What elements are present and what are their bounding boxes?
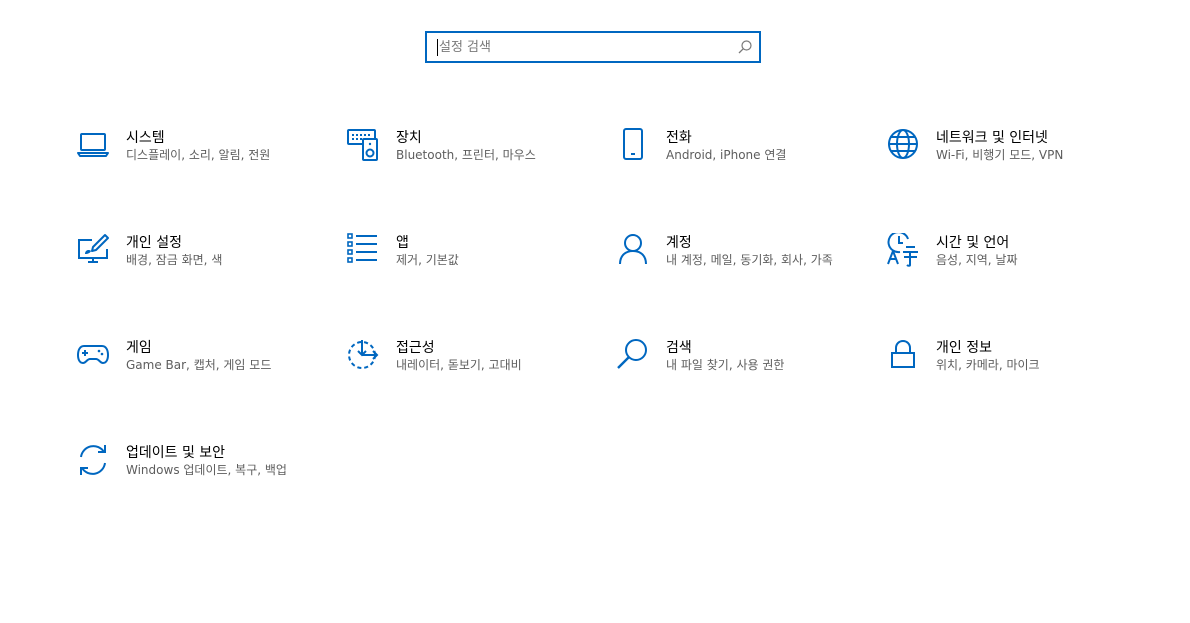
tile-description: Wi-Fi, 비행기 모드, VPN [936,148,1064,162]
tile-devices[interactable]: 장치 Bluetooth, 프린터, 마우스 [346,128,586,208]
tile-title: 장치 [396,130,422,146]
tile-update-security[interactable]: 업데이트 및 보안 Windows 업데이트, 복구, 백업 [76,443,316,523]
search-icon[interactable] [737,39,753,55]
ease-of-access-icon [346,338,380,372]
settings-home: 시스템 디스플레이, 소리, 알림, 전원 장치 Bluetooth, 프린터,… [0,0,1190,623]
tile-network[interactable]: 네트워크 및 인터넷 Wi-Fi, 비행기 모드, VPN [886,128,1126,208]
tile-description: 내레이터, 돋보기, 고대비 [396,358,522,372]
tile-description: Game Bar, 캡처, 게임 모드 [126,358,272,372]
laptop-icon [76,128,110,162]
tile-personalization[interactable]: 개인 설정 배경, 잠금 화면, 색 [76,233,316,313]
lock-icon [886,338,920,372]
tile-description: Android, iPhone 연결 [666,148,787,162]
tile-time-language[interactable]: 시간 및 언어 음성, 지역, 날짜 [886,233,1126,313]
tile-title: 접근성 [396,340,435,356]
magnifier-icon [616,338,650,372]
tile-title: 시간 및 언어 [936,235,1010,251]
tile-title: 개인 정보 [936,340,992,356]
apps-list-icon [346,233,380,267]
tile-gaming[interactable]: 게임 Game Bar, 캡처, 게임 모드 [76,338,316,418]
update-icon [76,443,110,477]
tile-description: 배경, 잠금 화면, 색 [126,253,223,267]
tile-description: 디스플레이, 소리, 알림, 전원 [126,148,271,162]
tile-title: 게임 [126,340,152,356]
tile-description: 내 계정, 메일, 동기화, 회사, 가족 [666,253,833,267]
tile-ease-of-access[interactable]: 접근성 내레이터, 돋보기, 고대비 [346,338,586,418]
phone-icon [616,128,650,162]
globe-icon [886,128,920,162]
tile-system[interactable]: 시스템 디스플레이, 소리, 알림, 전원 [76,128,316,208]
tile-apps[interactable]: 앱 제거, 기본값 [346,233,586,313]
tile-phone[interactable]: 전화 Android, iPhone 연결 [616,128,856,208]
tile-description: 음성, 지역, 날짜 [936,253,1018,267]
tile-privacy[interactable]: 개인 정보 위치, 카메라, 마이크 [886,338,1126,418]
tile-description: Bluetooth, 프린터, 마우스 [396,148,536,162]
tile-title: 전화 [666,130,692,146]
tile-description: 내 파일 찾기, 사용 권한 [666,358,785,372]
tile-title: 계정 [666,235,692,251]
tile-description: 제거, 기본값 [396,253,459,267]
gamepad-icon [76,338,110,372]
search-box[interactable] [425,31,761,63]
search-input[interactable] [439,33,729,61]
text-caret [437,39,438,56]
tile-title: 업데이트 및 보안 [126,445,226,461]
time-language-icon [886,233,920,267]
tile-title: 개인 설정 [126,235,182,251]
person-icon [616,233,650,267]
tile-accounts[interactable]: 계정 내 계정, 메일, 동기화, 회사, 가족 [616,233,856,313]
personalization-icon [76,233,110,267]
tile-title: 앱 [396,235,409,251]
tile-search[interactable]: 검색 내 파일 찾기, 사용 권한 [616,338,856,418]
tile-title: 시스템 [126,130,165,146]
tile-description: Windows 업데이트, 복구, 백업 [126,463,287,477]
tile-description: 위치, 카메라, 마이크 [936,358,1040,372]
tile-title: 네트워크 및 인터넷 [936,130,1048,146]
tile-title: 검색 [666,340,692,356]
devices-icon [346,128,380,162]
